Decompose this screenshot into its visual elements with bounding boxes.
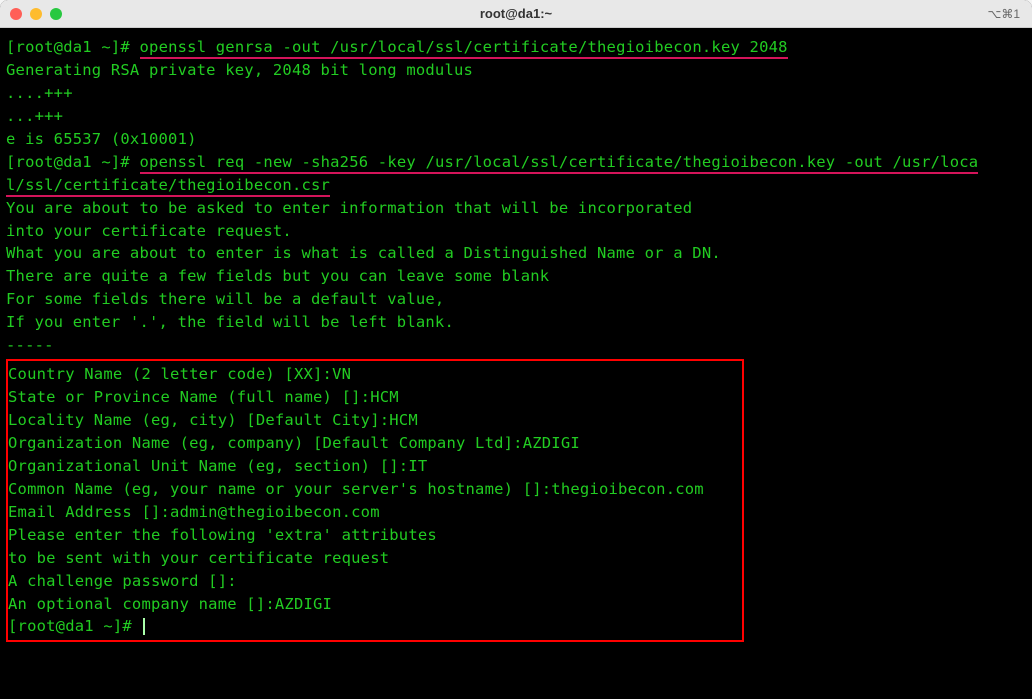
terminal-line: Locality Name (eg, city) [Default City]:… — [8, 409, 738, 432]
terminal-line: State or Province Name (full name) []:HC… — [8, 386, 738, 409]
terminal-line: Please enter the following 'extra' attri… — [8, 524, 738, 547]
terminal-line: Country Name (2 letter code) [XX]:VN — [8, 363, 738, 386]
terminal-line: ...+++ — [6, 105, 1026, 128]
prompt-userhost: root@da1 ~ — [16, 38, 111, 56]
minimize-icon[interactable] — [30, 8, 42, 20]
terminal-line: What you are about to enter is what is c… — [6, 242, 1026, 265]
command-1: openssl genrsa -out /usr/local/ssl/certi… — [140, 38, 788, 59]
prompt-open: [ — [6, 38, 16, 56]
prompt-open: [ — [8, 617, 18, 635]
maximize-icon[interactable] — [50, 8, 62, 20]
command-2-part-a: openssl req -new -sha256 -key /usr/local… — [140, 153, 979, 174]
terminal-line: If you enter '.', the field will be left… — [6, 311, 1026, 334]
terminal-line: to be sent with your certificate request — [8, 547, 738, 570]
prompt-userhost: root@da1 ~ — [16, 153, 111, 171]
highlighted-input-box: Country Name (2 letter code) [XX]:VNStat… — [6, 359, 744, 642]
terminal-line: For some fields there will be a default … — [6, 288, 1026, 311]
terminal-line: You are about to be asked to enter infor… — [6, 197, 1026, 220]
prompt-close: ]# — [113, 617, 132, 635]
terminal-line: An optional company name []:AZDIGI — [8, 593, 738, 616]
terminal-line: ....+++ — [6, 82, 1026, 105]
terminal-line: Common Name (eg, your name or your serve… — [8, 478, 738, 501]
terminal-line: [root@da1 ~]# openssl genrsa -out /usr/l… — [6, 36, 1026, 59]
command-2-part-b: l/ssl/certificate/thegioibecon.csr — [6, 176, 330, 197]
terminal-line: A challenge password []: — [8, 570, 738, 593]
close-icon[interactable] — [10, 8, 22, 20]
window-title: root@da1:~ — [480, 6, 552, 21]
prompt-close: ]# — [111, 38, 130, 56]
terminal-line: e is 65537 (0x10001) — [6, 128, 1026, 151]
terminal-line: Email Address []:admin@thegioibecon.com — [8, 501, 738, 524]
terminal-line: into your certificate request. — [6, 220, 1026, 243]
traffic-lights — [10, 8, 62, 20]
terminal-line: Organizational Unit Name (eg, section) [… — [8, 455, 738, 478]
shortcut-indicator: ⌥⌘1 — [987, 7, 1020, 21]
terminal-line: Generating RSA private key, 2048 bit lon… — [6, 59, 1026, 82]
prompt-open: [ — [6, 153, 16, 171]
terminal-window: root@da1:~ ⌥⌘1 [root@da1 ~]# openssl gen… — [0, 0, 1032, 699]
terminal-line: l/ssl/certificate/thegioibecon.csr — [6, 174, 1026, 197]
prompt-close: ]# — [111, 153, 130, 171]
terminal-output[interactable]: [root@da1 ~]# openssl genrsa -out /usr/l… — [0, 28, 1032, 699]
terminal-line: Organization Name (eg, company) [Default… — [8, 432, 738, 455]
terminal-line: [root@da1 ~]# — [8, 615, 738, 638]
cursor-icon — [143, 618, 145, 635]
titlebar: root@da1:~ ⌥⌘1 — [0, 0, 1032, 28]
terminal-line: ----- — [6, 334, 1026, 357]
terminal-line: There are quite a few fields but you can… — [6, 265, 1026, 288]
terminal-line: [root@da1 ~]# openssl req -new -sha256 -… — [6, 151, 1026, 174]
prompt-userhost: root@da1 ~ — [18, 617, 113, 635]
